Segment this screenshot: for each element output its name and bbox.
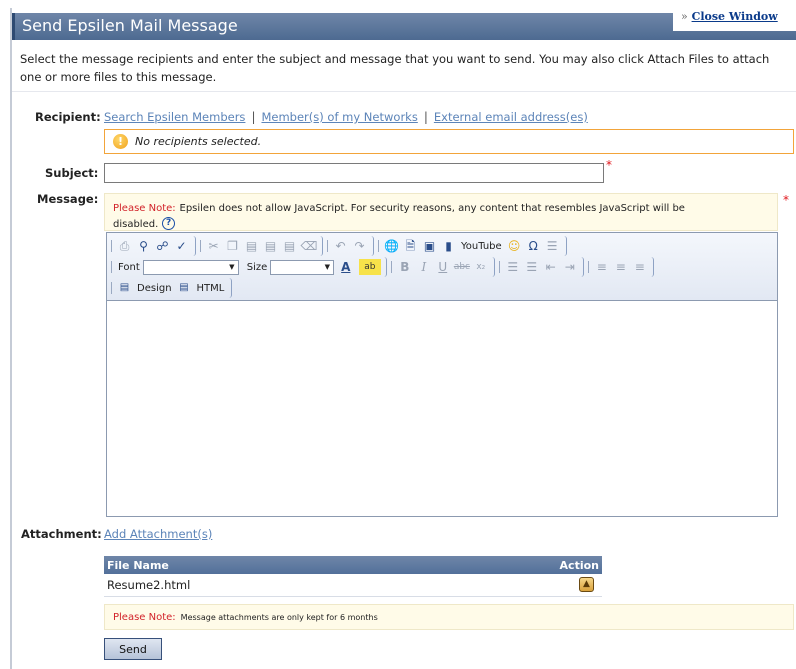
page-title: Send Epsilen Mail Message (22, 16, 238, 35)
action-column-header: Action (433, 556, 602, 574)
network-members-link[interactable]: Member(s) of my Networks (261, 110, 417, 124)
delete-icon[interactable]: ▲ (579, 577, 594, 593)
highlight-color-icon[interactable]: ab (358, 259, 381, 275)
paste-icon[interactable]: ▤ (244, 238, 260, 254)
align-right-icon[interactable]: ≡ (632, 259, 648, 275)
strikethrough-icon[interactable]: abc (454, 259, 470, 275)
font-color-icon[interactable]: A (336, 259, 356, 275)
smiley-icon[interactable]: ☺ (506, 238, 522, 254)
underline-icon[interactable]: U (435, 259, 451, 275)
eraser-icon[interactable]: ⌫ (301, 238, 318, 254)
redo-icon[interactable]: ↷ (352, 238, 368, 254)
font-label: Font (118, 261, 140, 273)
chevron-down-icon: ▼ (324, 262, 330, 271)
special-character-icon[interactable]: Ω (525, 238, 541, 254)
instructions-text: Select the message recipients and enter … (20, 52, 770, 84)
note-label: Please Note: (113, 203, 176, 214)
warning-icon: ! (113, 134, 128, 149)
preview-icon[interactable]: ⚲ (136, 238, 152, 254)
file-name-column-header: File Name (104, 556, 434, 574)
close-window-area: » Close Window (673, 9, 796, 31)
send-button[interactable]: Send (104, 638, 162, 660)
javascript-note: Please Note: Epsilen does not allow Java… (104, 193, 778, 231)
design-mode-icon: ▤ (119, 282, 130, 293)
link-separator: | (251, 110, 256, 124)
add-attachment-link[interactable]: Add Attachment(s) (104, 527, 212, 541)
message-label: Message: (37, 192, 99, 206)
youtube-icon[interactable]: ▮ (441, 238, 457, 254)
editor-toolbar: ⎙ ⚲ ☍ ✓ ✂ ❐ ▤ ▤ ▤ ⌫ ↶ ↷ 🌐 🗎 ▣ ▮ YouTube … (107, 233, 777, 301)
message-required-mark: * (783, 193, 789, 207)
size-label: Size (246, 261, 268, 273)
align-left-icon[interactable]: ≡ (594, 259, 610, 275)
bold-icon[interactable]: B (397, 259, 413, 275)
size-select[interactable]: ▼ (270, 259, 335, 275)
spellcheck-icon[interactable]: ✓ (174, 238, 190, 254)
help-icon[interactable]: ? (162, 217, 176, 230)
undo-icon[interactable]: ↶ (333, 238, 349, 254)
warning-text: No recipients selected. (135, 135, 262, 148)
table-header-row: File Name Action (104, 556, 602, 574)
link-separator: | (423, 110, 428, 124)
html-tab[interactable]: HTML (197, 283, 225, 294)
design-tab[interactable]: Design (137, 283, 172, 294)
numbered-list-icon[interactable]: ☰ (505, 259, 521, 275)
search-members-link[interactable]: Search Epsilen Members (104, 110, 245, 124)
horizontal-rule-icon[interactable]: ☰ (544, 238, 560, 254)
rich-text-editor: ⎙ ⚲ ☍ ✓ ✂ ❐ ▤ ▤ ▤ ⌫ ↶ ↷ 🌐 🗎 ▣ ▮ YouTube … (106, 232, 778, 517)
subscript-icon[interactable]: x₂ (473, 259, 489, 275)
external-email-link[interactable]: External email address(es) (434, 110, 588, 124)
font-select[interactable]: ▼ (142, 259, 239, 275)
paste-word-icon[interactable]: ▤ (282, 238, 298, 254)
chevron-down-icon: ▼ (229, 262, 235, 271)
table-row: Resume2.html ▲ (104, 574, 602, 597)
subject-required-mark: * (606, 158, 612, 172)
subject-input[interactable] (104, 163, 604, 183)
message-body-input[interactable] (107, 302, 777, 516)
left-border (10, 8, 12, 669)
no-recipients-warning: ! No recipients selected. (104, 129, 794, 154)
copy-icon[interactable]: ❐ (225, 238, 241, 254)
indent-icon[interactable]: ⇥ (562, 259, 578, 275)
file-name-cell: Resume2.html (104, 574, 434, 597)
divider (12, 91, 796, 92)
recipient-label: Recipient: (35, 110, 101, 124)
align-center-icon[interactable]: ≡ (613, 259, 629, 275)
action-cell: ▲ (433, 574, 602, 597)
note-text: Epsilen does not allow JavaScript. For s… (113, 203, 685, 230)
cut-icon[interactable]: ✂ (206, 238, 222, 254)
image-icon[interactable]: ▣ (422, 238, 438, 254)
outdent-icon[interactable]: ⇤ (543, 259, 559, 275)
bulleted-list-icon[interactable]: ☰ (524, 259, 540, 275)
attachment-label: Attachment: (21, 527, 102, 541)
note-label: Please Note: (113, 612, 176, 623)
attachments-table: File Name Action Resume2.html ▲ (104, 556, 602, 597)
find-icon[interactable]: ☍ (155, 238, 171, 254)
chevron-right-icon: » (681, 10, 688, 23)
close-window-link[interactable]: Close Window (692, 10, 778, 23)
subject-label: Subject: (45, 166, 99, 180)
paste-text-icon[interactable]: ▤ (263, 238, 279, 254)
html-mode-icon: ▤ (179, 282, 189, 293)
youtube-button[interactable]: YouTube (461, 241, 502, 252)
attachment-note: Please Note: Message attachments are only… (104, 604, 794, 630)
print-icon[interactable]: ⎙ (117, 238, 133, 254)
recipient-links: Search Epsilen Members | Member(s) of my N… (104, 110, 588, 124)
italic-icon[interactable]: I (416, 259, 432, 275)
note-text: Message attachments are only kept for 6 … (180, 613, 378, 622)
document-icon[interactable]: 🗎 (403, 238, 419, 254)
link-icon[interactable]: 🌐 (384, 238, 400, 254)
